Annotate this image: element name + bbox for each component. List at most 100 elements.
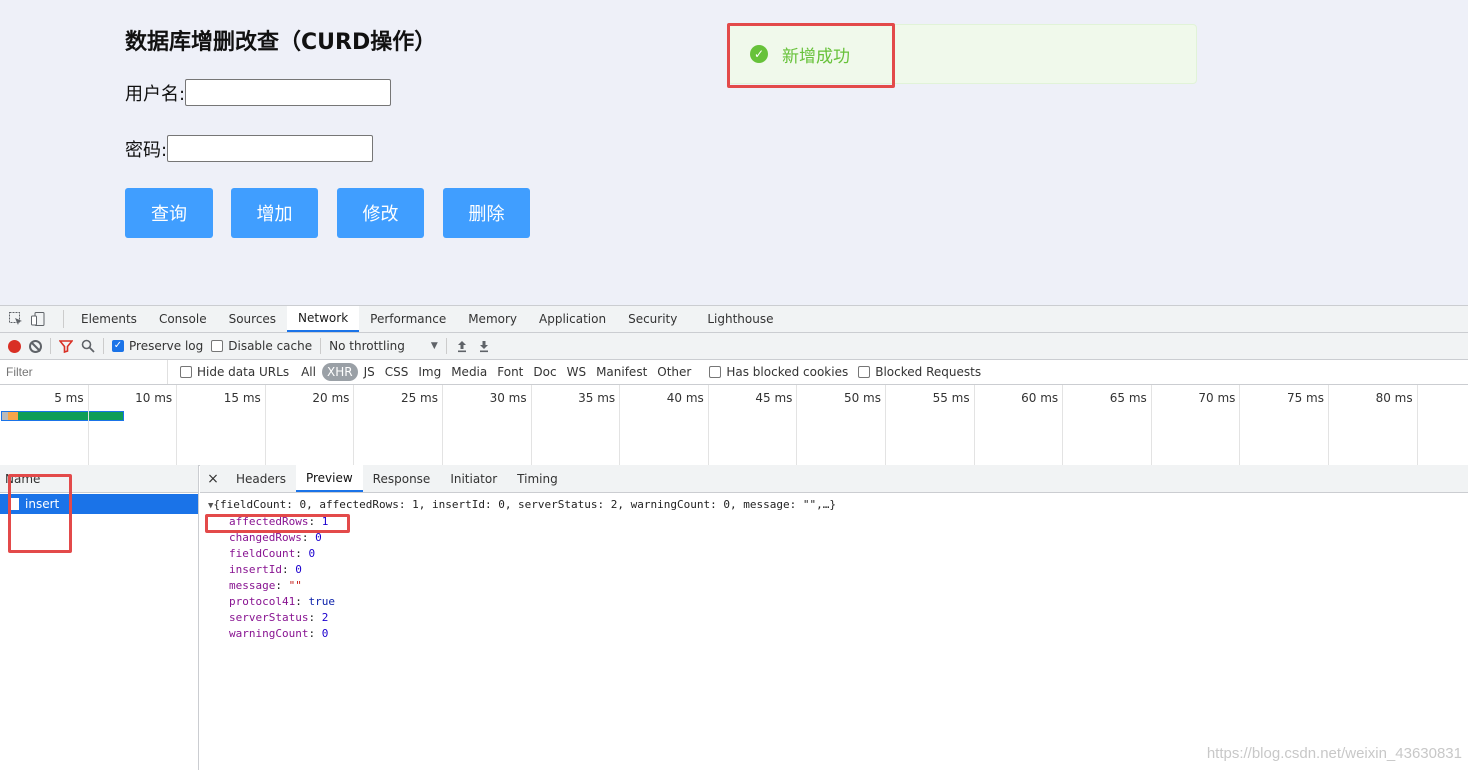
inspect-element-icon[interactable] bbox=[8, 311, 24, 327]
property-value: 1 bbox=[321, 515, 329, 528]
request-list-header[interactable]: Name bbox=[0, 465, 198, 493]
export-har-icon[interactable] bbox=[477, 339, 491, 353]
type-filter-font[interactable]: Font bbox=[493, 365, 527, 379]
detail-tab-headers[interactable]: Headers bbox=[226, 465, 296, 492]
property-value: 0 bbox=[315, 531, 322, 544]
timeline-tick-label: 10 ms bbox=[89, 385, 178, 466]
request-list: Name insert bbox=[0, 465, 199, 770]
search-icon[interactable] bbox=[81, 339, 95, 353]
throttling-select[interactable]: No throttling ▼ bbox=[329, 339, 438, 353]
type-filter-ws[interactable]: WS bbox=[563, 365, 590, 379]
type-filter-manifest[interactable]: Manifest bbox=[592, 365, 651, 379]
check-circle-icon: ✓ bbox=[750, 45, 768, 63]
property-key: message bbox=[229, 579, 276, 592]
tab-memory[interactable]: Memory bbox=[457, 306, 528, 332]
filter-input[interactable] bbox=[0, 360, 168, 384]
disable-cache-label: Disable cache bbox=[228, 339, 313, 353]
timeline-tick-label: 15 ms bbox=[177, 385, 266, 466]
password-input[interactable] bbox=[167, 135, 374, 162]
detail-tab-preview[interactable]: Preview bbox=[295, 465, 363, 492]
property-separator: : bbox=[308, 627, 322, 640]
property-key: changedRows bbox=[229, 531, 302, 544]
has-blocked-cookies-checkbox[interactable]: Has blocked cookies bbox=[709, 365, 848, 379]
type-filter-img[interactable]: Img bbox=[414, 365, 445, 379]
tab-console[interactable]: Console bbox=[148, 306, 218, 332]
property-key: insertId bbox=[229, 563, 282, 576]
close-icon[interactable]: × bbox=[200, 465, 226, 492]
edit-button[interactable]: 修改 bbox=[337, 188, 424, 238]
detail-tab-response[interactable]: Response bbox=[363, 465, 441, 492]
watermark: https://blog.csdn.net/weixin_43630831 bbox=[1206, 745, 1462, 762]
password-row: 密码: bbox=[125, 135, 374, 162]
property-key: protocol41 bbox=[229, 595, 296, 608]
tab-performance[interactable]: Performance bbox=[359, 306, 457, 332]
filter-icon[interactable] bbox=[59, 339, 73, 353]
timeline-tick-label: 35 ms bbox=[532, 385, 621, 466]
timeline-tick-label: 65 ms bbox=[1063, 385, 1152, 466]
timeline-tick-label: 25 ms bbox=[354, 385, 443, 466]
preview-property-row: message: "" bbox=[208, 578, 1468, 594]
property-value: 2 bbox=[321, 611, 329, 624]
success-toast: ✓ 新增成功 bbox=[727, 24, 1197, 84]
toast-message: 新增成功 bbox=[782, 46, 850, 67]
preview-summary-row[interactable]: ▼{fieldCount: 0, affectedRows: 1, insert… bbox=[208, 497, 1468, 514]
checkbox-checked-icon[interactable]: ✓ bbox=[112, 340, 124, 352]
document-icon bbox=[11, 498, 19, 510]
preview-property-row: insertId: 0 bbox=[208, 562, 1468, 578]
toolbar-divider bbox=[103, 338, 104, 354]
add-button[interactable]: 增加 bbox=[231, 188, 318, 238]
checkbox-unchecked-icon[interactable] bbox=[709, 366, 722, 378]
import-har-icon[interactable] bbox=[455, 339, 469, 353]
type-filter-doc[interactable]: Doc bbox=[529, 365, 560, 379]
type-filter-xhr[interactable]: XHR bbox=[321, 363, 358, 381]
hide-data-urls-label: Hide data URLs bbox=[197, 365, 290, 379]
timeline-tick-label: 45 ms bbox=[709, 385, 798, 466]
network-overview-timeline[interactable]: 5 ms 10 ms 15 ms 20 ms 25 ms 30 ms 35 ms 40 ms 4… bbox=[0, 385, 1468, 466]
preview-property-row: warningCount: 0 bbox=[208, 626, 1468, 642]
toolbar-divider bbox=[445, 338, 447, 354]
type-filter-css[interactable]: CSS bbox=[381, 365, 413, 379]
timeline-tick-label: 40 ms bbox=[620, 385, 709, 466]
property-key: fieldCount bbox=[229, 547, 296, 560]
detail-tab-initiator[interactable]: Initiator bbox=[440, 465, 507, 492]
checkbox-unchecked-icon[interactable] bbox=[180, 366, 192, 378]
delete-button[interactable]: 删除 bbox=[443, 188, 530, 238]
tab-elements[interactable]: Elements bbox=[70, 306, 148, 332]
tab-sources[interactable]: Sources bbox=[218, 306, 287, 332]
checkbox-unchecked-icon[interactable] bbox=[211, 340, 224, 352]
throttling-value: No throttling bbox=[329, 339, 405, 353]
type-filter-all[interactable]: All bbox=[297, 365, 320, 379]
preserve-log-checkbox[interactable]: ✓ Preserve log bbox=[112, 339, 203, 353]
blocked-requests-checkbox[interactable]: Blocked Requests bbox=[858, 365, 981, 379]
request-row[interactable]: insert bbox=[0, 494, 198, 514]
timeline-tick-label: 75 ms bbox=[1240, 385, 1329, 466]
property-key: warningCount bbox=[229, 627, 309, 640]
hide-data-urls-checkbox[interactable]: Hide data URLs bbox=[180, 365, 289, 379]
property-separator: : bbox=[275, 579, 289, 592]
tab-network[interactable]: Network bbox=[287, 306, 360, 332]
timeline-tick-label: 60 ms bbox=[975, 385, 1064, 466]
query-button[interactable]: 查询 bbox=[125, 188, 213, 238]
property-value: "" bbox=[288, 579, 302, 592]
blocked-requests-label: Blocked Requests bbox=[875, 365, 982, 379]
preserve-log-label: Preserve log bbox=[129, 339, 204, 353]
type-filter-media[interactable]: Media bbox=[447, 365, 491, 379]
toolbar-divider bbox=[320, 338, 322, 354]
clear-icon[interactable] bbox=[29, 339, 42, 353]
disable-cache-checkbox[interactable]: Disable cache bbox=[211, 339, 312, 353]
username-input[interactable] bbox=[185, 79, 392, 106]
type-filter-js[interactable]: JS bbox=[360, 365, 379, 379]
preview-property-row: protocol41: true bbox=[208, 594, 1468, 610]
tab-security[interactable]: Security bbox=[617, 306, 688, 332]
type-filter-other[interactable]: Other bbox=[653, 365, 695, 379]
tab-lighthouse[interactable]: Lighthouse bbox=[696, 306, 784, 332]
dropdown-arrow-icon: ▼ bbox=[430, 341, 438, 351]
checkbox-unchecked-icon[interactable] bbox=[858, 366, 871, 378]
record-icon[interactable] bbox=[8, 339, 21, 353]
device-toolbar-icon[interactable] bbox=[30, 311, 46, 327]
detail-tab-timing[interactable]: Timing bbox=[507, 465, 568, 492]
toolbar-divider bbox=[50, 338, 51, 354]
has-blocked-cookies-label: Has blocked cookies bbox=[726, 365, 849, 379]
tab-application[interactable]: Application bbox=[528, 306, 617, 332]
network-toolbar: ✓ Preserve log Disable cache No throttli… bbox=[0, 333, 1468, 360]
